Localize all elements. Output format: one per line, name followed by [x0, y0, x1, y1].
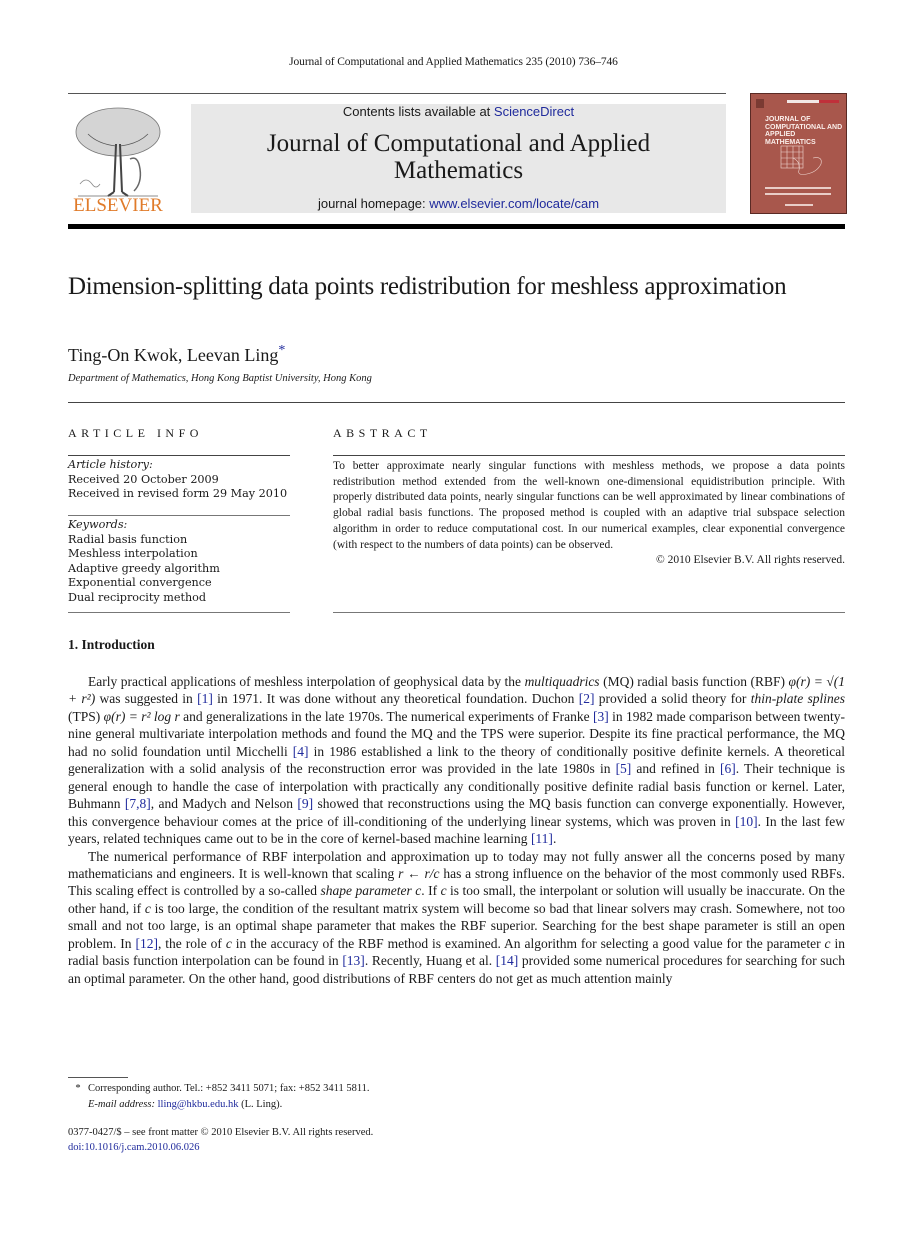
citation-link[interactable]: [10]: [735, 814, 758, 829]
divider: [68, 515, 290, 516]
journal-cover-image: JOURNAL OF COMPUTATIONAL AND APPLIED MAT…: [750, 93, 847, 214]
emphasis: multiquadrics: [524, 674, 600, 689]
citation-link[interactable]: [4]: [293, 744, 309, 759]
text: . If: [421, 883, 441, 899]
elsevier-logo: ELSEVIER: [68, 104, 168, 216]
keyword-item: Meshless interpolation: [68, 547, 198, 560]
contents-prefix: Contents lists available at: [342, 104, 494, 119]
formula: r ← r/c: [398, 865, 440, 881]
citation-link[interactable]: [7,8]: [125, 796, 151, 811]
history-item: Received 20 October 2009: [68, 472, 219, 486]
header-rule: [68, 93, 726, 94]
journal-title-line2: Mathematics: [393, 157, 524, 184]
paragraph: The numerical performance of RBF interpo…: [68, 848, 845, 988]
contents-line: Contents lists available at ScienceDirec…: [191, 104, 726, 119]
paragraph: Early practical applications of meshless…: [68, 673, 845, 848]
text: in the accuracy of the RBF method is exa…: [231, 935, 825, 951]
cover-title-line2: COMPUTATIONAL AND: [765, 123, 843, 131]
divider: [68, 455, 290, 456]
header-thick-rule: [68, 224, 845, 229]
abstract-body: To better approximate nearly singular fu…: [333, 459, 845, 569]
text: and generalizations in the late 1970s. T…: [179, 708, 594, 724]
affiliation: Department of Mathematics, Hong Kong Bap…: [68, 373, 372, 384]
section-body: Early practical applications of meshless…: [68, 673, 845, 987]
citation-link[interactable]: [9]: [297, 796, 313, 811]
sciencedirect-link[interactable]: ScienceDirect: [494, 104, 574, 119]
doi-link[interactable]: doi:10.1016/j.cam.2010.06.026: [68, 1140, 373, 1155]
homepage-prefix: journal homepage:: [317, 196, 430, 211]
abstract-text: To better approximate nearly singular fu…: [333, 460, 845, 551]
author-names: Ting-On Kwok, Leevan Ling: [68, 345, 279, 365]
abstract-copyright: © 2010 Elsevier B.V. All rights reserved…: [656, 554, 845, 567]
text: , the role of: [157, 935, 226, 951]
homepage-link[interactable]: www.elsevier.com/locate/cam: [429, 196, 599, 211]
journal-title: Journal of Computational and Applied Mat…: [191, 130, 726, 184]
email-label: E-mail address:: [88, 1099, 158, 1110]
authors: Ting-On Kwok, Leevan Ling*: [68, 343, 285, 366]
homepage-line: journal homepage: www.elsevier.com/locat…: [191, 196, 726, 211]
cover-stripe-accent: [819, 100, 839, 103]
divider: [68, 612, 290, 613]
divider: [68, 402, 845, 403]
article-title: Dimension-splitting data points redistri…: [68, 273, 787, 300]
cover-graphic-icon: [780, 145, 822, 175]
journal-banner: Contents lists available at ScienceDirec…: [191, 104, 726, 213]
text: was suggested in: [95, 691, 198, 707]
issn-line: 0377-0427/$ – see front matter © 2010 El…: [68, 1127, 374, 1138]
citation-link[interactable]: [5]: [616, 761, 632, 776]
article-history: Article history: Received 20 October 200…: [68, 458, 290, 502]
divider: [333, 455, 845, 456]
text: provided a solid theory for: [594, 691, 751, 707]
citation-link[interactable]: [13]: [342, 953, 365, 968]
emphasis: shape parameter c: [320, 883, 422, 899]
citation-link[interactable]: [3]: [593, 709, 609, 724]
text: (TPS): [68, 708, 104, 724]
cover-text-line: [765, 193, 831, 195]
citation-link[interactable]: [12]: [135, 936, 158, 951]
cover-text-line: [765, 187, 831, 189]
section-heading: 1. Introduction: [68, 637, 155, 652]
cover-logo-icon: [756, 99, 764, 108]
email-link[interactable]: lling@hkbu.edu.hk: [158, 1099, 239, 1110]
running-head: Journal of Computational and Applied Mat…: [289, 56, 618, 68]
formula: φ(r) = r² log r: [103, 708, 180, 724]
text: , and Madych and Nelson: [150, 796, 298, 812]
keywords: Keywords: Radial basis function Meshless…: [68, 518, 290, 605]
elsevier-wordmark: ELSEVIER: [73, 195, 163, 216]
citation-link[interactable]: [6]: [720, 761, 736, 776]
emphasis: thin-plate splines: [750, 691, 845, 707]
footnote-mark: *: [75, 1083, 81, 1094]
cover-text-line: [785, 204, 813, 206]
cover-title: JOURNAL OF COMPUTATIONAL AND APPLIED MAT…: [765, 116, 846, 146]
text: .: [552, 831, 557, 847]
footnote-rule: [68, 1077, 128, 1078]
keyword-item: Adaptive greedy algorithm: [68, 561, 220, 575]
cover-title-line1: JOURNAL OF: [765, 116, 811, 123]
footnote: * Corresponding author. Tel.: +852 3411 5…: [68, 1081, 370, 1113]
article-info-heading: ARTICLE INFO: [68, 426, 203, 440]
front-matter: 0377-0427/$ – see front matter © 2010 El…: [68, 1125, 373, 1155]
abstract-heading: ABSTRACT: [333, 426, 432, 440]
corresponding-author-mark[interactable]: *: [278, 343, 285, 358]
divider: [333, 612, 845, 613]
keyword-item: Exponential convergence: [68, 576, 212, 589]
history-label: Article history:: [68, 458, 153, 471]
citation-link[interactable]: [2]: [579, 691, 595, 706]
keywords-label: Keywords:: [68, 518, 128, 531]
text: . Recently, Huang et al.: [364, 953, 496, 969]
history-item: Received in revised form 29 May 2010: [68, 487, 288, 500]
citation-link[interactable]: [11]: [531, 831, 553, 846]
text: Early practical applications of meshless…: [88, 674, 525, 689]
citation-link[interactable]: [1]: [197, 691, 213, 706]
keyword-item: Radial basis function: [68, 532, 188, 546]
citation-link[interactable]: [14]: [496, 953, 519, 968]
text: (MQ) radial basis function (RBF): [599, 674, 789, 689]
text: and refined in: [631, 761, 721, 777]
footnote-text: Corresponding author. Tel.: +852 3411 50…: [88, 1083, 370, 1094]
text: in 1971. It was done without any theoret…: [212, 691, 579, 707]
journal-title-line1: Journal of Computational and Applied: [266, 130, 651, 157]
email-suffix: (L. Ling).: [238, 1099, 283, 1110]
keyword-item: Dual reciprocity method: [68, 590, 207, 604]
